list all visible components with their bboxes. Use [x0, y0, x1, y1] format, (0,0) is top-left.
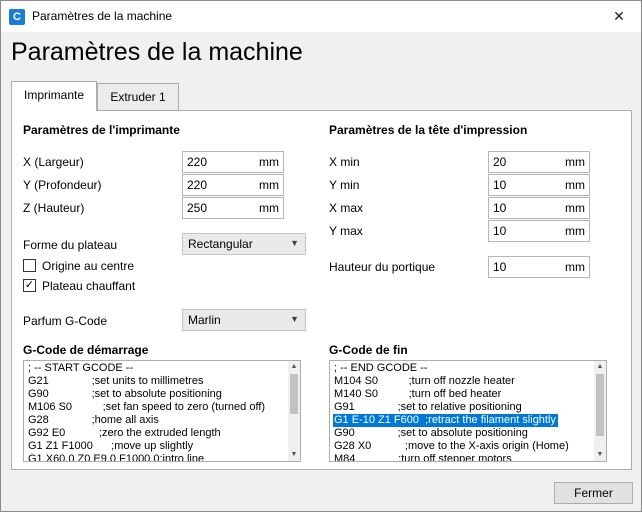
gantry-height-value: 10	[493, 260, 507, 274]
chevron-down-icon: ▼	[290, 314, 299, 324]
ymin-field[interactable]: 10 mm	[488, 174, 590, 196]
checkmark-icon: ✓	[24, 279, 35, 291]
gcode-line: G1 Z1 F1000 ;move up slightly	[28, 440, 194, 452]
gcode-line: ; -- START GCODE --	[28, 362, 134, 374]
start-gcode-scrollbar[interactable]: ▲ ▼	[288, 361, 300, 461]
page-title: Paramètres de la machine	[11, 38, 303, 66]
bed-shape-label: Forme du plateau	[23, 238, 118, 252]
xmax-unit: mm	[565, 201, 585, 215]
machine-settings-dialog: C Paramètres de la machine ✕ Paramètres …	[0, 0, 642, 512]
width-field[interactable]: 220 mm	[182, 151, 284, 173]
gcode-line: G92 E0 ;zero the extruded length	[28, 427, 221, 439]
xmax-field[interactable]: 10 mm	[488, 197, 590, 219]
ymax-value: 10	[493, 224, 507, 238]
gcode-line: M84 ;turn off stepper motors	[334, 453, 512, 462]
gantry-height-label: Hauteur du portique	[329, 260, 436, 274]
start-gcode-editor[interactable]: ; -- START GCODE -- G21 ;set units to mi…	[23, 360, 301, 462]
gcode-line: G28 X0 ;move to the X-axis origin (Home)	[334, 440, 569, 452]
xmax-label: X max	[329, 201, 364, 215]
heated-bed-checkbox[interactable]: ✓	[23, 279, 36, 292]
depth-label: Y (Profondeur)	[23, 178, 102, 192]
origin-center-label: Origine au centre	[42, 259, 135, 273]
tab-panel: Paramètres de l'imprimante X (Largeur) 2…	[11, 110, 632, 470]
scroll-down-arrow-icon[interactable]: ▼	[288, 449, 300, 461]
width-unit: mm	[259, 155, 279, 169]
width-label: X (Largeur)	[23, 155, 84, 169]
height-field[interactable]: 250 mm	[182, 197, 284, 219]
width-value: 220	[187, 155, 208, 169]
xmin-unit: mm	[565, 155, 585, 169]
gcode-line-selected: G1 E-10 Z1 F600 ;retract the filament sl…	[333, 414, 558, 427]
scroll-down-arrow-icon[interactable]: ▼	[594, 449, 606, 461]
gcode-flavor-label: Parfum G-Code	[23, 314, 108, 328]
height-label: Z (Hauteur)	[23, 201, 85, 215]
scroll-up-arrow-icon[interactable]: ▲	[288, 361, 300, 373]
end-gcode-title: G-Code de fin	[329, 343, 408, 357]
tab-imprimante[interactable]: Imprimante	[11, 81, 97, 111]
gcode-line: G1 X60.0 Z0 E9.0 F1000.0;intro line	[28, 453, 205, 462]
gantry-height-unit: mm	[565, 260, 585, 274]
xmin-label: X min	[329, 155, 360, 169]
tab-extruder-1[interactable]: Extruder 1	[97, 83, 179, 111]
ymax-field[interactable]: 10 mm	[488, 220, 590, 242]
ymin-value: 10	[493, 178, 507, 192]
window-title: Paramètres de la machine	[32, 9, 173, 23]
bed-shape-select[interactable]: Rectangular ▼	[182, 233, 306, 255]
gcode-line: G28 ;home all axis	[28, 414, 159, 426]
heated-bed-label: Plateau chauffant	[42, 279, 136, 293]
xmin-value: 20	[493, 155, 507, 169]
gcode-line: G91 ;set to relative positioning	[334, 401, 522, 413]
ymax-label: Y max	[329, 224, 363, 238]
scroll-up-arrow-icon[interactable]: ▲	[594, 361, 606, 373]
bed-shape-value: Rectangular	[188, 237, 253, 251]
end-gcode-editor[interactable]: ; -- END GCODE -- M104 S0 ;turn off nozz…	[329, 360, 607, 462]
ymin-label: Y min	[329, 178, 360, 192]
gantry-height-field[interactable]: 10 mm	[488, 256, 590, 278]
origin-center-checkbox[interactable]	[23, 259, 36, 272]
height-unit: mm	[259, 201, 279, 215]
height-value: 250	[187, 201, 208, 215]
title-bar: C Paramètres de la machine ✕	[1, 1, 641, 32]
printhead-settings-title: Paramètres de la tête d'impression	[329, 123, 528, 137]
gcode-line: ; -- END GCODE --	[334, 362, 428, 374]
gcode-line: G90 ;set to absolute positioning	[334, 427, 528, 439]
depth-field[interactable]: 220 mm	[182, 174, 284, 196]
printer-settings-title: Paramètres de l'imprimante	[23, 123, 180, 137]
xmax-value: 10	[493, 201, 507, 215]
gcode-line: M104 S0 ;turn off nozzle heater	[334, 375, 515, 387]
gcode-line: G21 ;set units to millimetres	[28, 375, 204, 387]
ymax-unit: mm	[565, 224, 585, 238]
start-gcode-title: G-Code de démarrage	[23, 343, 149, 357]
gcode-line: G90 ;set to absolute positioning	[28, 388, 222, 400]
gcode-flavor-select[interactable]: Marlin ▼	[182, 309, 306, 331]
app-logo-icon: C	[9, 9, 25, 25]
gcode-flavor-value: Marlin	[188, 313, 221, 327]
window-close-button[interactable]: ✕	[597, 1, 641, 32]
xmin-field[interactable]: 20 mm	[488, 151, 590, 173]
gcode-line: M140 S0 ;turn off bed heater	[334, 388, 502, 400]
depth-unit: mm	[259, 178, 279, 192]
chevron-down-icon: ▼	[290, 238, 299, 248]
close-button[interactable]: Fermer	[554, 482, 633, 504]
ymin-unit: mm	[565, 178, 585, 192]
gcode-line: M106 S0 ;set fan speed to zero (turned o…	[28, 401, 266, 413]
depth-value: 220	[187, 178, 208, 192]
scroll-thumb[interactable]	[596, 374, 604, 436]
end-gcode-scrollbar[interactable]: ▲ ▼	[594, 361, 606, 461]
scroll-thumb[interactable]	[290, 374, 298, 414]
